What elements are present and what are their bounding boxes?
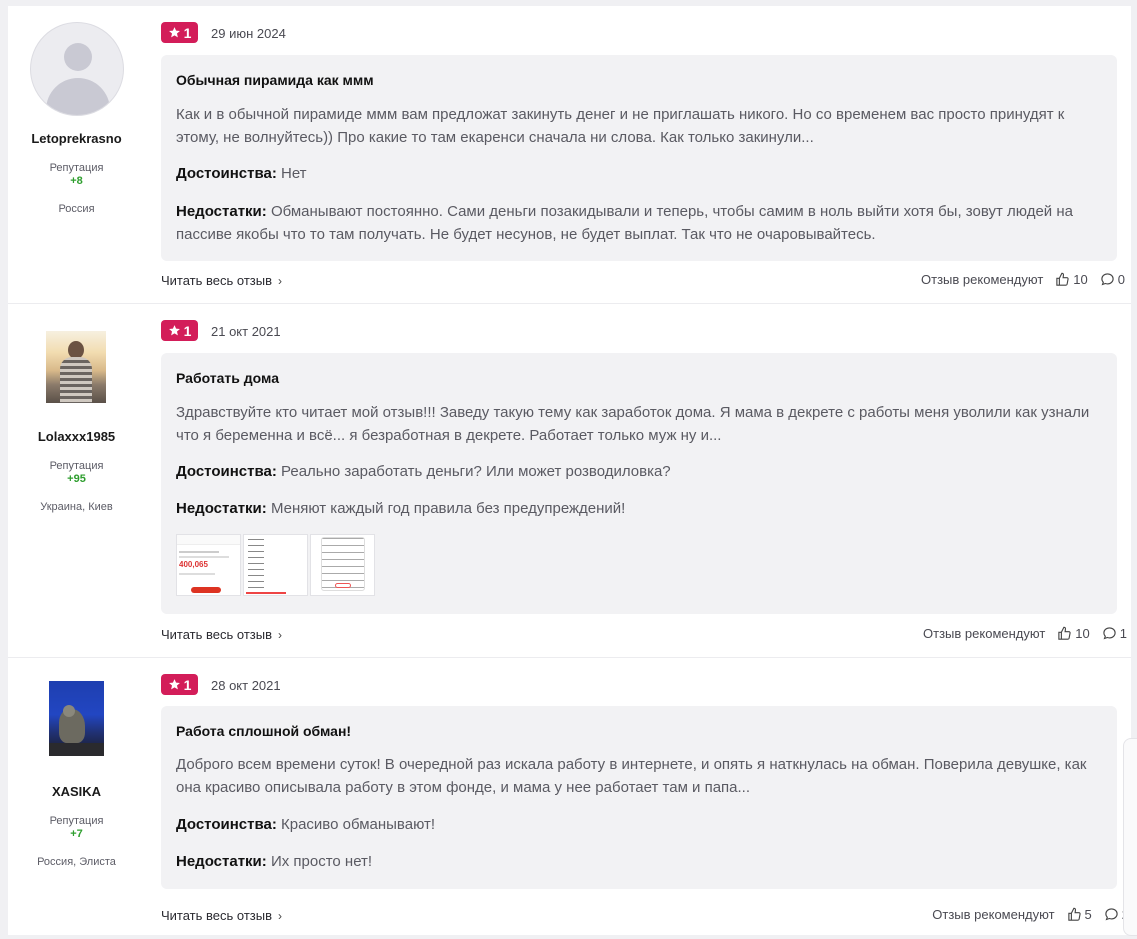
star-icon	[168, 27, 180, 38]
review-cons: Недостатки: Их просто нет!	[176, 851, 1104, 874]
recommend-label: Отзыв рекомендуют	[923, 626, 1046, 641]
review-item: Lolaxxx1985 Репутация +95 Украина, Киев …	[8, 304, 1131, 658]
rating-value: 1	[183, 676, 192, 693]
reputation-label: Репутация	[49, 815, 104, 827]
read-more-label: Читать весь отзыв	[161, 908, 273, 923]
pros-label: Достоинства:	[176, 165, 277, 182]
cons-text: Обманывают постоянно. Сами деньги позаки…	[176, 203, 1073, 243]
reputation-value: +8	[70, 175, 83, 187]
rating-value: 1	[183, 24, 192, 41]
author-name[interactable]: XASIKA	[8, 784, 145, 799]
comments-button[interactable]: 1	[1102, 626, 1127, 641]
side-panel-edge[interactable]	[1123, 738, 1137, 936]
review-pros: Достоинства: Красиво обманывают!	[176, 814, 1104, 837]
pros-text: Нет	[281, 165, 307, 182]
comment-icon	[1101, 273, 1114, 286]
thumbs-up-icon	[1058, 626, 1071, 640]
recommend-label: Отзыв рекомендуют	[932, 907, 1055, 922]
rating-badge: 1	[161, 320, 198, 341]
review-cons: Недостатки: Обманывают постоянно. Сами д…	[176, 201, 1104, 246]
review-card[interactable]: Обычная пирамида как ммм Как и в обычной…	[161, 55, 1117, 261]
star-icon	[168, 679, 180, 690]
comment-count: 1	[1119, 626, 1127, 641]
review-actions: Отзыв рекомендуют 10 0	[921, 272, 1125, 287]
review-date: 21 окт 2021	[211, 324, 281, 339]
author-name[interactable]: Letoprekrasno	[8, 131, 145, 146]
thumbnail-amount: 400,065	[179, 560, 208, 569]
review-text: Здравствуйте кто читает мой отзыв!!! Зав…	[176, 404, 1090, 444]
thumbs-up-icon	[1067, 907, 1081, 921]
star-icon	[168, 325, 180, 336]
reputation-value: +7	[70, 828, 83, 840]
author-location: Россия, Элиста	[37, 856, 116, 868]
thumbs-up-icon	[1056, 272, 1069, 286]
recommend-label: Отзыв рекомендуют	[921, 272, 1044, 287]
chevron-right-icon: ›	[278, 908, 283, 923]
rating-badge: 1	[161, 674, 198, 695]
review-cons: Недостатки: Меняют каждый год правила бе…	[176, 498, 1104, 521]
like-count: 5	[1084, 907, 1092, 922]
review-date: 28 окт 2021	[211, 678, 281, 693]
review-item: Letoprekrasno Репутация +8 Россия 1 29 и…	[8, 6, 1131, 304]
user-photo-avatar[interactable]	[46, 331, 106, 403]
review-card[interactable]: Работать дома Здравствуйте кто читает мо…	[161, 353, 1117, 614]
reputation-label: Репутация	[49, 162, 104, 174]
cons-label: Недостатки:	[176, 500, 267, 517]
read-more-label: Читать весь отзыв	[161, 273, 273, 288]
comments-button[interactable]: 0	[1100, 272, 1125, 287]
user-photo-avatar[interactable]	[49, 681, 104, 756]
review-date: 29 июн 2024	[211, 26, 286, 41]
chevron-right-icon: ›	[278, 627, 283, 642]
like-count: 10	[1075, 626, 1090, 641]
review-actions: Отзыв рекомендуют 10 1	[923, 626, 1127, 641]
pros-text: Красиво обманывают!	[281, 816, 436, 833]
read-more-link[interactable]: Читать весь отзыв ›	[161, 627, 282, 642]
review-photo-thumbnail[interactable]	[243, 534, 308, 596]
chevron-right-icon: ›	[278, 273, 283, 288]
like-button[interactable]: 10	[1057, 626, 1090, 641]
cons-text: Меняют каждый год правила без предупрежд…	[270, 500, 626, 517]
cons-label: Недостатки:	[176, 853, 267, 870]
review-text: Доброго всем времени суток! В очередной …	[176, 756, 1087, 796]
review-title[interactable]: Работать дома	[176, 370, 279, 386]
rating-badge: 1	[161, 22, 198, 43]
review-title[interactable]: Обычная пирамида как ммм	[176, 72, 374, 88]
review-actions: Отзыв рекомендуют 5 2	[932, 907, 1129, 922]
review-pros: Достоинства: Нет	[176, 163, 1104, 186]
review-card[interactable]: Работа сплошной обман! Доброго всем врем…	[161, 706, 1117, 889]
review-text: Как и в обычной пирамиде ммм вам предлож…	[176, 106, 1065, 146]
comment-icon	[1103, 627, 1116, 640]
like-button[interactable]: 10	[1055, 272, 1088, 287]
comment-count: 0	[1117, 272, 1125, 287]
default-user-icon[interactable]	[30, 22, 124, 116]
review-title[interactable]: Работа сплошной обман!	[176, 723, 351, 739]
like-button[interactable]: 5	[1067, 907, 1092, 922]
review-item: XASIKA Репутация +7 Россия, Элиста 1 28 …	[8, 658, 1131, 935]
cons-label: Недостатки:	[176, 203, 267, 220]
review-photo-thumbnail[interactable]: 400,065	[176, 534, 241, 596]
read-more-link[interactable]: Читать весь отзыв ›	[161, 908, 282, 923]
comment-icon	[1105, 908, 1118, 921]
rating-value: 1	[183, 322, 192, 339]
reputation-label: Репутация	[49, 460, 104, 472]
reputation-value: +95	[67, 473, 86, 485]
read-more-link[interactable]: Читать весь отзыв ›	[161, 273, 282, 288]
like-count: 10	[1073, 272, 1088, 287]
author-location: Россия	[58, 203, 95, 215]
cons-text: Их просто нет!	[270, 853, 373, 870]
read-more-label: Читать весь отзыв	[161, 627, 273, 642]
review-photos: 400,065	[176, 534, 375, 596]
pros-text: Реально заработать деньги? Или может роз…	[281, 463, 671, 480]
author-location: Украина, Киев	[40, 501, 113, 513]
pros-label: Достоинства:	[176, 463, 277, 480]
author-name[interactable]: Lolaxxx1985	[8, 429, 145, 444]
pros-label: Достоинства:	[176, 816, 277, 833]
reviews-feed: Letoprekrasno Репутация +8 Россия 1 29 и…	[8, 6, 1131, 935]
review-photo-thumbnail[interactable]	[310, 534, 375, 596]
review-pros: Достоинства: Реально заработать деньги? …	[176, 461, 1104, 484]
